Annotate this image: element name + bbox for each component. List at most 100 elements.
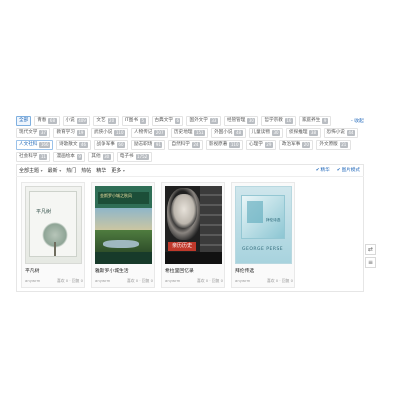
- category-tag[interactable]: 国外文学 33: [186, 116, 221, 126]
- book-author[interactable]: anywrm: [25, 278, 40, 284]
- sort-more[interactable]: 更多 ▾: [111, 167, 125, 174]
- category-tag[interactable]: 全部: [16, 116, 32, 126]
- category-label: 武侠小说: [93, 130, 113, 135]
- book-card[interactable]: 亲历历史 希拉里回忆录 anywrm 喜欢 0 · 回复 0: [161, 182, 225, 288]
- category-tag[interactable]: 武侠小说 110: [90, 128, 128, 138]
- list-view-button[interactable]: ≡: [365, 257, 376, 268]
- book-title[interactable]: 雅斯罗小城生活: [95, 267, 129, 274]
- category-tag[interactable]: 社会科学 11: [16, 152, 51, 162]
- category-count-badge: 110: [229, 142, 240, 148]
- category-count-badge: 151: [194, 130, 206, 136]
- cover-title: 金斯罗小城之秋风: [98, 192, 149, 204]
- category-tag[interactable]: 外文原版 21: [316, 140, 351, 150]
- category-tag[interactable]: 恐怖小说 44: [323, 128, 358, 138]
- category-count-badge: 68: [48, 118, 57, 124]
- view-image-mode-toggle[interactable]: ✔图片模式: [337, 167, 360, 173]
- book-author[interactable]: anywrm: [235, 278, 250, 284]
- category-label: 人文社科: [19, 142, 38, 147]
- category-tag[interactable]: 儿童读物 30: [248, 128, 284, 138]
- view-essence-toggle[interactable]: ✔精华: [316, 167, 330, 173]
- all-topics-dropdown[interactable]: 全部主题 ▾: [19, 167, 43, 174]
- book-stats: 喜欢 0 · 回复 0: [126, 278, 153, 283]
- book-card[interactable]: 平凡树 平凡树 anywrm 喜欢 0 · 回复 0: [21, 182, 85, 288]
- category-row: 人文社科 166 诗歌散文 46 战争军事 60 励志职场 91 自然科学 24 影视原著 110 心理…: [16, 140, 351, 150]
- share-icon: ⇄: [367, 246, 374, 253]
- category-tag[interactable]: 战争军事 60: [93, 140, 128, 150]
- collapse-categories-link[interactable]: - 收起: [351, 117, 364, 124]
- category-label: 经管管理: [226, 118, 246, 123]
- category-tag[interactable]: 教育学习 19: [53, 128, 88, 138]
- category-tag[interactable]: 政治军事 20: [278, 140, 314, 150]
- sort-hot-posts[interactable]: 热帖: [81, 167, 91, 174]
- cover-band: [165, 252, 222, 264]
- category-tag[interactable]: 青春 68: [34, 116, 60, 126]
- category-count-badge: 5: [140, 118, 146, 124]
- book-cover[interactable]: 拜伦诗选 GEORGE PERSE: [235, 186, 292, 264]
- check-icon: ✔: [315, 168, 320, 173]
- category-tag[interactable]: IT图书 5: [121, 116, 149, 126]
- category-tag[interactable]: 外国小说 48: [211, 128, 246, 138]
- book-meta: anywrm 喜欢 0 · 回复 0: [165, 278, 223, 284]
- filter-bar: 全部主题 ▾ 最新 ▾ 热门 热帖 精华 更多 ▾ ✔精华 ✔图片模式: [16, 164, 364, 177]
- category-count-badge: 19: [76, 130, 85, 136]
- category-tag[interactable]: 人文社科 166: [16, 140, 54, 150]
- category-tag[interactable]: 文艺 20: [93, 116, 119, 126]
- category-tag[interactable]: 侦探推理 38: [286, 128, 321, 138]
- sort-hot[interactable]: 热门: [66, 167, 76, 174]
- book-title[interactable]: 拜伦传选: [235, 267, 254, 274]
- category-label: 历史地理: [174, 130, 193, 135]
- category-tag[interactable]: 经管管理 30: [223, 116, 259, 126]
- book-title[interactable]: 希拉里回忆录: [165, 267, 194, 274]
- cover-subtitle: 拜伦诗选: [266, 218, 281, 222]
- share-button[interactable]: ⇄: [365, 244, 376, 255]
- category-count-badge: 33: [209, 118, 218, 124]
- category-count-badge: 38: [309, 130, 318, 136]
- category-count-badge: 24: [191, 142, 200, 148]
- category-tag[interactable]: 其他 30: [88, 152, 114, 162]
- category-count-badge: 16: [284, 118, 293, 124]
- book-title[interactable]: 平凡树: [25, 267, 39, 274]
- category-count-badge: 91: [154, 142, 163, 148]
- category-count-badge: 409: [76, 118, 88, 124]
- category-tag[interactable]: 现代文学 37: [16, 128, 51, 138]
- category-tag[interactable]: 励志职场 91: [131, 140, 166, 150]
- category-label: 政治军事: [281, 142, 301, 147]
- category-label: 战争军事: [96, 142, 115, 147]
- book-author[interactable]: anywrm: [165, 278, 180, 284]
- category-label: 影视原著: [208, 142, 228, 147]
- book-cover[interactable]: 金斯罗小城之秋风: [95, 186, 152, 264]
- category-tag[interactable]: 哲学宗教 16: [261, 116, 296, 126]
- category-tag[interactable]: 历史地理 151: [171, 128, 209, 138]
- category-tag[interactable]: 小说 409: [62, 116, 91, 126]
- category-count-badge: 30: [102, 154, 111, 160]
- category-tag[interactable]: 人物传记 207: [131, 128, 169, 138]
- category-label: 家庭养生: [301, 118, 321, 123]
- book-cover[interactable]: 平凡树: [25, 186, 82, 264]
- category-label: 文艺: [96, 118, 106, 123]
- category-count-badge: 20: [107, 118, 116, 124]
- book-meta: anywrm 喜欢 0 · 回复 0: [95, 278, 153, 284]
- category-label: 自然科学: [171, 142, 190, 147]
- book-card[interactable]: 拜伦诗选 GEORGE PERSE 拜伦传选 anywrm 喜欢 0 · 回复 …: [231, 182, 295, 288]
- chevron-down-icon: ▾: [40, 168, 43, 173]
- category-label: IT图书: [124, 118, 138, 123]
- category-count-badge: 6: [174, 118, 181, 124]
- category-tag[interactable]: 电子书 1752: [116, 152, 152, 162]
- category-count-badge: 44: [346, 130, 355, 136]
- sort-essence[interactable]: 精华: [96, 167, 106, 174]
- category-tag[interactable]: 自然科学 24: [168, 140, 203, 150]
- list-icon: ≡: [367, 259, 374, 266]
- category-tag[interactable]: 古典文学 6: [151, 116, 184, 126]
- category-tag[interactable]: 漫画绘本 9: [53, 152, 86, 162]
- book-cover[interactable]: 亲历历史: [165, 186, 222, 264]
- book-card[interactable]: 金斯罗小城之秋风 雅斯罗小城生活 anywrm 喜欢 0 · 回复 0: [91, 182, 155, 288]
- category-tag[interactable]: 影视原著 110: [205, 140, 243, 150]
- category-count-badge: 37: [39, 130, 48, 136]
- category-tag[interactable]: 心理学 29: [246, 140, 276, 150]
- book-author[interactable]: anywrm: [95, 278, 110, 284]
- category-count-badge: 110: [114, 130, 125, 136]
- category-tag[interactable]: 诗歌散文 46: [56, 140, 91, 150]
- book-meta: anywrm 喜欢 0 · 回复 0: [25, 278, 83, 284]
- category-tag[interactable]: 家庭养生 9: [298, 116, 331, 126]
- sort-latest[interactable]: 最新 ▾: [48, 167, 62, 174]
